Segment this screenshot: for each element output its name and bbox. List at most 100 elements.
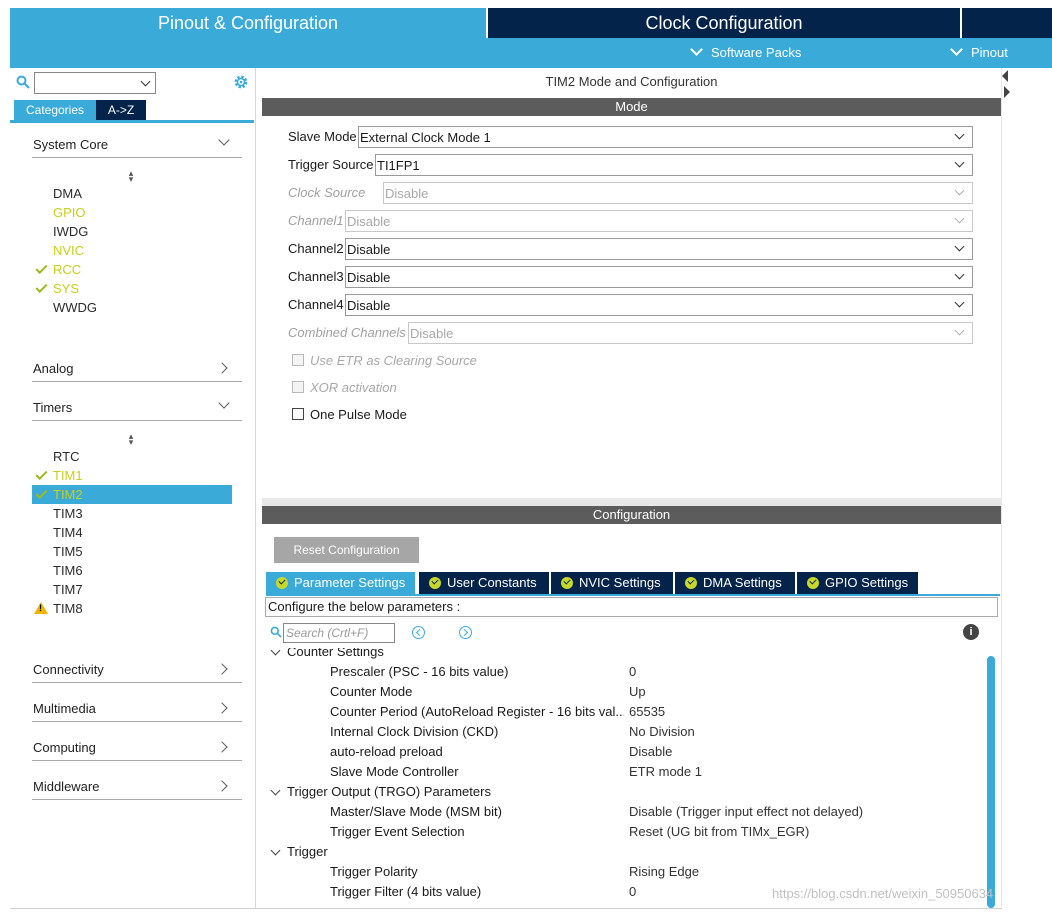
check-icon: [35, 486, 48, 500]
tab-user-constants[interactable]: User Constants: [419, 572, 550, 594]
parameter-search-input[interactable]: Search (Crtl+F): [283, 623, 395, 643]
tab-dma-settings[interactable]: DMA Settings: [675, 572, 796, 594]
param-row[interactable]: Master/Slave Mode (MSM bit) Disable (Trig…: [262, 802, 986, 822]
section-computing[interactable]: Computing: [32, 737, 242, 761]
channel4-select[interactable]: Disable: [345, 294, 973, 316]
chevron-down-icon: [954, 129, 965, 140]
chevron-down-icon: [270, 648, 281, 656]
tab-categories[interactable]: Categories: [14, 100, 96, 120]
group-counter-settings[interactable]: Counter Settings: [262, 648, 986, 662]
chevron-down-icon: [954, 185, 965, 196]
section-connectivity[interactable]: Connectivity: [32, 659, 242, 683]
tab-parameter-settings[interactable]: Parameter Settings: [266, 572, 416, 594]
field-label: Channel2: [288, 241, 344, 256]
list-item-dma[interactable]: DMA: [32, 184, 232, 203]
check-circle-icon: [685, 577, 697, 589]
chevron-down-icon: [954, 297, 965, 308]
gear-icon[interactable]: [232, 73, 250, 91]
category-search-row: [16, 72, 248, 94]
chevron-down-icon: [270, 845, 281, 856]
watermark: https://blog.csdn.net/weixin_50950634: [772, 886, 994, 901]
trigger-source-select[interactable]: TI1FP1: [375, 154, 973, 176]
section-system-core[interactable]: System Core: [32, 134, 242, 158]
param-row[interactable]: Counter Mode Up: [262, 682, 986, 702]
tab-gpio-settings[interactable]: GPIO Settings: [797, 572, 919, 594]
sort-icon[interactable]: ▴ ▾: [126, 432, 136, 447]
tab-extra[interactable]: [960, 8, 1052, 38]
section-timers[interactable]: Timers: [32, 397, 242, 421]
parameter-scrollbar[interactable]: [987, 656, 995, 908]
param-row[interactable]: Internal Clock Division (CKD) No Division: [262, 722, 986, 742]
group-trigger[interactable]: Trigger: [262, 842, 986, 862]
configuration-header-bar: Configuration: [262, 506, 1001, 524]
channel3-select[interactable]: Disable: [345, 266, 973, 288]
warning-icon: [34, 602, 48, 614]
list-item-gpio[interactable]: GPIO: [32, 203, 232, 222]
software-packs-label: Software Packs: [711, 45, 802, 60]
tab-clock-configuration[interactable]: Clock Configuration: [486, 8, 960, 38]
expand-right-icon[interactable]: [1004, 86, 1010, 98]
chevron-down-icon: [950, 43, 963, 56]
one-pulse-checkbox[interactable]: [292, 408, 304, 420]
tab-pinout-configuration[interactable]: Pinout & Configuration: [10, 8, 486, 38]
list-item-wwdg[interactable]: WWDG: [32, 298, 232, 317]
chevron-right-icon: [216, 663, 228, 675]
param-row[interactable]: Prescaler (PSC - 16 bits value) 0: [262, 662, 986, 682]
info-icon[interactable]: i: [963, 624, 979, 640]
search-icon: [270, 626, 282, 638]
chevron-down-icon: [218, 397, 230, 409]
section-analog[interactable]: Analog: [32, 358, 242, 382]
param-row[interactable]: Trigger Polarity Rising Edge: [262, 862, 986, 882]
param-row[interactable]: Counter Period (AutoReload Register - 16…: [262, 702, 986, 722]
pinout-menu[interactable]: Pinout: [950, 38, 1052, 60]
chevron-right-icon: [216, 780, 228, 792]
next-match-icon[interactable]: [459, 626, 472, 639]
tab-nvic-settings[interactable]: NVIC Settings: [551, 572, 674, 594]
list-item-rcc[interactable]: RCC: [32, 260, 232, 279]
section-label: Timers: [33, 400, 73, 415]
chevron-right-icon: [216, 362, 228, 374]
list-item-sys[interactable]: SYS: [32, 279, 232, 298]
list-item-tim7[interactable]: TIM7: [32, 580, 232, 599]
check-icon: [35, 261, 48, 275]
slave-mode-select[interactable]: External Clock Mode 1: [358, 126, 973, 148]
collapse-left-icon[interactable]: [1002, 70, 1008, 82]
list-item-tim2[interactable]: TIM2: [32, 485, 232, 504]
configure-hint: Configure the below parameters :: [265, 597, 998, 617]
chevron-down-icon: [218, 134, 230, 146]
checkbox-label: One Pulse Mode: [310, 407, 407, 422]
field-label: Channel3: [288, 269, 344, 284]
list-item-tim6[interactable]: TIM6: [32, 561, 232, 580]
list-item-iwdg[interactable]: IWDG: [32, 222, 232, 241]
param-row[interactable]: Slave Mode Controller ETR mode 1: [262, 762, 986, 782]
list-item-tim5[interactable]: TIM5: [32, 542, 232, 561]
list-item-rtc[interactable]: RTC: [32, 447, 232, 466]
reset-configuration-button[interactable]: Reset Configuration: [274, 537, 419, 563]
check-circle-icon: [276, 577, 288, 589]
list-item-tim1[interactable]: TIM1: [32, 466, 232, 485]
field-label: Channel1: [288, 213, 344, 228]
software-packs-menu[interactable]: Software Packs: [690, 38, 892, 60]
group-trgo-parameters[interactable]: Trigger Output (TRGO) Parameters: [262, 782, 986, 802]
previous-match-icon[interactable]: [412, 626, 425, 639]
list-item-tim4[interactable]: TIM4: [32, 523, 232, 542]
panel-toggle[interactable]: [1002, 68, 1012, 108]
param-row[interactable]: Trigger Event Selection Reset (UG bit fro…: [262, 822, 986, 842]
tab-a-to-z[interactable]: A->Z: [96, 100, 146, 120]
channel1-select: Disable: [345, 210, 973, 232]
chevron-down-icon: [690, 43, 703, 56]
list-item-tim3[interactable]: TIM3: [32, 504, 232, 523]
chevron-down-icon: [140, 76, 151, 87]
section-label: Middleware: [33, 779, 100, 794]
section-multimedia[interactable]: Multimedia: [32, 698, 242, 722]
category-search-combo[interactable]: [34, 72, 156, 94]
list-item-nvic[interactable]: NVIC: [32, 241, 232, 260]
chevron-down-icon: [270, 785, 281, 796]
sort-icon[interactable]: ▴ ▾: [126, 169, 136, 184]
list-item-tim8[interactable]: TIM8: [32, 599, 232, 618]
tab-underline: [10, 120, 254, 123]
section-middleware[interactable]: Middleware: [32, 776, 242, 800]
channel2-select[interactable]: Disable: [345, 238, 973, 260]
main-area: TIM2 Mode and Configuration Mode Slave M…: [262, 68, 1002, 908]
param-row[interactable]: auto-reload preload Disable: [262, 742, 986, 762]
